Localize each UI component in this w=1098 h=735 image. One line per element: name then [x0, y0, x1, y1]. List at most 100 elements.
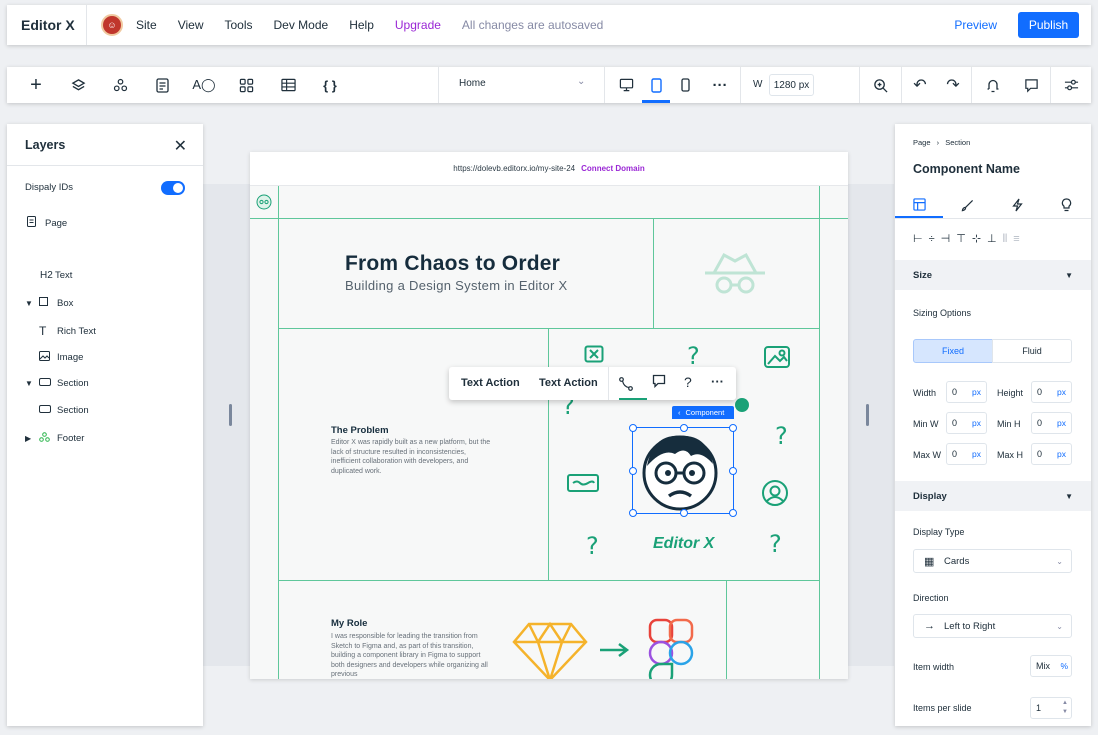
components-icon[interactable] [105, 67, 135, 103]
canvas-width-input[interactable]: 1280 px [769, 74, 814, 96]
fixed-option[interactable]: Fixed [913, 339, 993, 363]
direction-select[interactable]: → Left to Right ⌄ [913, 614, 1072, 638]
resize-handle[interactable] [729, 509, 737, 517]
code-braces-icon[interactable]: { } [315, 67, 345, 103]
user-avatar[interactable]: ☺ [101, 14, 123, 36]
resize-handle[interactable] [729, 424, 737, 432]
hero-subtitle[interactable]: Building a Design System in Editor X [345, 278, 568, 293]
publish-button[interactable]: Publish [1018, 12, 1079, 38]
resize-handle[interactable] [680, 424, 688, 432]
resize-handle[interactable] [629, 467, 637, 475]
site-logo-icon[interactable] [256, 194, 272, 215]
tab-design[interactable] [943, 192, 991, 218]
resize-handle[interactable] [729, 467, 737, 475]
menu-tools[interactable]: Tools [224, 18, 252, 32]
problem-body[interactable]: Editor X was rapidly built as a new plat… [331, 438, 491, 476]
alignment-tools[interactable]: ⊢÷⊣⊤⊹⊥⫴≡ [913, 232, 1026, 246]
help-icon[interactable]: ? [684, 374, 692, 390]
resize-handle-right[interactable] [866, 404, 869, 426]
mobile-icon[interactable] [670, 67, 700, 103]
max-width-input[interactable]: 0 px [946, 443, 987, 465]
close-icon[interactable]: ✕ [174, 136, 187, 156]
resize-handle[interactable] [680, 509, 688, 517]
height-unit[interactable]: px [1057, 387, 1066, 397]
redo-icon[interactable]: ↷ [938, 67, 968, 103]
align-center-icon[interactable]: ÷ [929, 233, 941, 245]
max-width-unit[interactable]: px [972, 449, 981, 459]
page-selector[interactable]: Home [459, 78, 486, 89]
tab-tips[interactable] [1042, 192, 1090, 218]
chevron-down-icon[interactable]: ⌄ [577, 76, 585, 87]
layers-icon[interactable] [63, 67, 93, 103]
align-top-icon[interactable]: ⊤ [956, 233, 972, 245]
display-section-header[interactable]: Display ▼ [895, 481, 1091, 511]
layer-rich-text[interactable]: T Rich Text [39, 324, 96, 338]
align-bottom-icon[interactable]: ⊥ [987, 233, 1003, 245]
selection-box[interactable] [629, 424, 737, 517]
width-unit[interactable]: px [972, 387, 981, 397]
collaborator-dot[interactable] [735, 398, 749, 412]
text-action-2[interactable]: Text Action [539, 377, 598, 389]
layer-box[interactable]: ▼ Box [25, 297, 73, 309]
min-width-unit[interactable]: px [972, 418, 981, 428]
min-width-input[interactable]: 0 px [946, 412, 987, 434]
component-tag[interactable]: ‹ Component [672, 406, 734, 419]
fluid-option[interactable]: Fluid [992, 339, 1072, 363]
typography-icon[interactable]: A◯ [189, 67, 219, 103]
bell-icon[interactable] [978, 67, 1008, 103]
add-icon[interactable]: + [21, 67, 51, 103]
height-input[interactable]: 0 px [1031, 381, 1072, 403]
menu-upgrade[interactable]: Upgrade [395, 18, 441, 32]
problem-title[interactable]: The Problem [331, 425, 389, 436]
breadcrumb-page[interactable]: Page [913, 138, 931, 147]
apps-grid-icon[interactable] [231, 67, 261, 103]
collapse-caret-icon[interactable]: ▼ [1065, 492, 1073, 501]
max-height-unit[interactable]: px [1057, 449, 1066, 459]
expand-caret-icon[interactable]: ▶ [25, 434, 39, 443]
role-title[interactable]: My Role [331, 618, 367, 629]
stepper-arrows-icon[interactable]: ▲ ▼ [1062, 699, 1068, 717]
more-icon[interactable]: ··· [711, 374, 724, 389]
max-height-input[interactable]: 0 px [1031, 443, 1072, 465]
connect-icon[interactable] [619, 369, 647, 400]
table-icon[interactable] [273, 67, 303, 103]
align-right-icon[interactable]: ⊣ [941, 233, 957, 245]
menu-site[interactable]: Site [136, 18, 157, 32]
tab-layout[interactable] [895, 192, 943, 218]
pages-icon[interactable] [147, 67, 177, 103]
resize-handle[interactable] [629, 424, 637, 432]
layer-section[interactable]: ▼ Section [25, 378, 89, 389]
expand-caret-icon[interactable]: ▼ [25, 379, 39, 388]
layer-footer[interactable]: ▶ Footer [25, 432, 84, 445]
align-left-icon[interactable]: ⊢ [913, 233, 929, 245]
menu-help[interactable]: Help [349, 18, 374, 32]
distribute-h-icon[interactable]: ⫴ [1003, 233, 1014, 245]
settings-sliders-icon[interactable] [1056, 67, 1086, 103]
layer-text[interactable]: H2 Text [40, 270, 72, 281]
editor-x-logo[interactable]: Editor X [7, 5, 87, 45]
item-width-input[interactable]: Mix% [1030, 655, 1072, 677]
zoom-icon[interactable] [865, 67, 895, 103]
preview-button[interactable]: Preview [954, 18, 997, 32]
tablet-icon[interactable] [641, 67, 671, 103]
connect-domain-link[interactable]: Connect Domain [581, 164, 645, 173]
align-middle-icon[interactable]: ⊹ [972, 233, 987, 245]
size-section-header[interactable]: Size ▼ [895, 260, 1091, 290]
min-height-unit[interactable]: px [1057, 418, 1066, 428]
resize-handle-left[interactable] [229, 404, 232, 426]
min-height-input[interactable]: 0 px [1031, 412, 1072, 434]
more-icon[interactable]: ··· [705, 67, 735, 103]
display-ids-toggle[interactable] [161, 181, 185, 195]
desktop-icon[interactable] [611, 67, 641, 103]
distribute-v-icon[interactable]: ≡ [1013, 233, 1025, 245]
breadcrumb-section[interactable]: Section [945, 138, 970, 147]
collapse-caret-icon[interactable]: ▼ [1065, 271, 1073, 280]
text-action-1[interactable]: Text Action [461, 377, 520, 389]
display-type-select[interactable]: ▦ Cards ⌄ [913, 549, 1072, 573]
comments-icon[interactable] [1016, 67, 1046, 103]
component-name[interactable]: Component Name [913, 162, 1020, 176]
layer-section-2[interactable]: Section [39, 405, 89, 416]
width-input[interactable]: 0 px [946, 381, 987, 403]
role-body[interactable]: I was responsible for leading the transi… [331, 632, 489, 679]
item-width-unit[interactable]: % [1060, 661, 1068, 671]
